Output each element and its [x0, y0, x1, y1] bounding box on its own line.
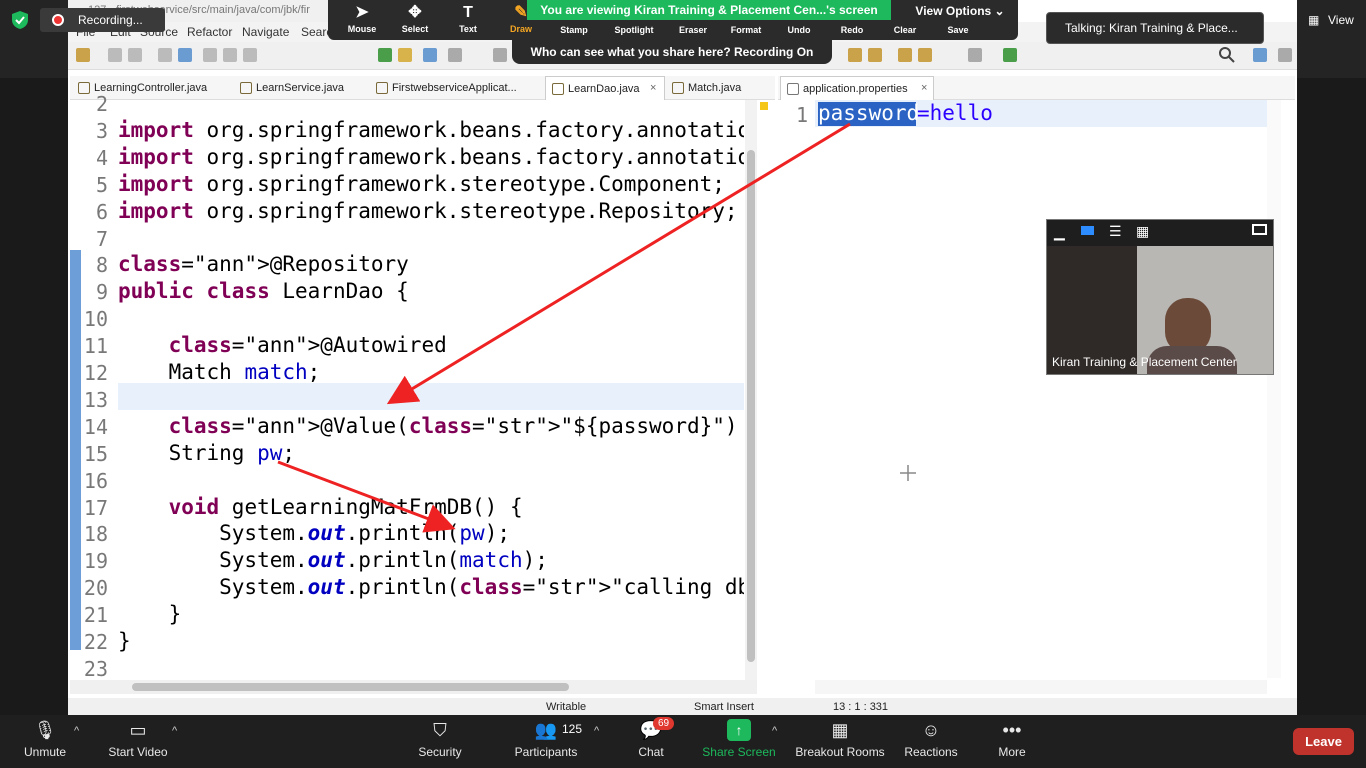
strip-view-icon[interactable]: ☰	[1109, 223, 1122, 240]
tool-redo[interactable]: Redo	[827, 25, 877, 35]
share-screen-button[interactable]: ↑ Share Screen	[694, 719, 784, 759]
leave-button[interactable]: Leave	[1293, 728, 1354, 755]
annotation-arrows	[277, 122, 851, 533]
who-can-see-banner[interactable]: Who can see what you share here? Recordi…	[512, 40, 832, 64]
share-arrow-icon: ↑	[727, 719, 751, 741]
video-panel-toolbar: ▁ ☰ ▦	[1047, 220, 1273, 246]
more-button[interactable]: ••• More	[967, 719, 1057, 759]
participant-name: Kiran Training & Placement Center	[1052, 355, 1237, 369]
tool-select[interactable]: ✥ Select	[390, 2, 440, 34]
minimize-icon[interactable]: ▁	[1054, 224, 1065, 241]
move-icon: ✥	[408, 4, 422, 21]
tool-undo[interactable]: Undo	[774, 25, 824, 35]
participants-chevron-icon[interactable]: ^	[594, 725, 599, 737]
participants-count: 125	[562, 722, 583, 736]
view-options-button[interactable]: View Options ⌄	[907, 0, 1013, 22]
smiley-icon: ☺	[921, 720, 941, 740]
arrow-pw-to-println	[277, 460, 456, 533]
zoom-control-bar: 🎙 Unmute ^ ▭ Start Video ^ ⛉ Security 👥 Part…	[0, 715, 1366, 768]
tool-save[interactable]: Save	[933, 25, 983, 35]
muted-mic-icon: 🎙	[33, 720, 57, 740]
arrow-password-to-value	[386, 122, 851, 405]
viewing-screen-banner: You are viewing Kiran Training & Placeme…	[527, 0, 891, 20]
popout-icon[interactable]	[1252, 224, 1267, 235]
shield-icon: ⛉	[433, 720, 447, 740]
breakout-rooms-icon: ▦	[831, 720, 849, 740]
gallery-view-icon[interactable]: ▦	[1136, 223, 1149, 240]
view-label: View	[1328, 13, 1354, 27]
mouse-pointer-icon: ➤	[355, 4, 369, 21]
share-chevron-icon[interactable]: ^	[772, 725, 777, 737]
text-icon: T	[463, 4, 473, 21]
start-video-button[interactable]: ▭ Start Video	[93, 719, 183, 759]
view-button[interactable]: ▦ View	[1302, 8, 1362, 32]
security-button[interactable]: ⛉ Security	[395, 719, 485, 759]
tool-stamp[interactable]: Stamp	[549, 25, 599, 35]
tool-eraser[interactable]: Eraser	[668, 25, 718, 35]
grid-icon: ▦	[1308, 13, 1320, 27]
reactions-button[interactable]: ☺ Reactions	[886, 719, 976, 759]
ellipsis-icon: •••	[1002, 720, 1022, 740]
participants-icon: 👥	[534, 720, 558, 740]
recording-dot-icon	[52, 14, 64, 26]
tool-spotlight[interactable]: Spotlight	[609, 25, 659, 35]
chat-badge: 69	[653, 717, 675, 730]
speaker-view-icon[interactable]	[1081, 226, 1094, 235]
tool-format[interactable]: Format	[721, 25, 771, 35]
tool-mouse[interactable]: ➤ Mouse	[337, 2, 387, 34]
chat-button[interactable]: 💬 Chat	[606, 719, 696, 759]
video-off-icon: ▭	[129, 720, 147, 740]
audio-options-chevron-icon[interactable]: ^	[74, 725, 79, 737]
talking-indicator: Talking: Kiran Training & Place...	[1046, 12, 1264, 44]
video-options-chevron-icon[interactable]: ^	[172, 725, 177, 737]
tool-clear[interactable]: Clear	[880, 25, 930, 35]
breakout-rooms-button[interactable]: ▦ Breakout Rooms	[795, 719, 885, 759]
tool-text[interactable]: T Text	[443, 2, 493, 34]
